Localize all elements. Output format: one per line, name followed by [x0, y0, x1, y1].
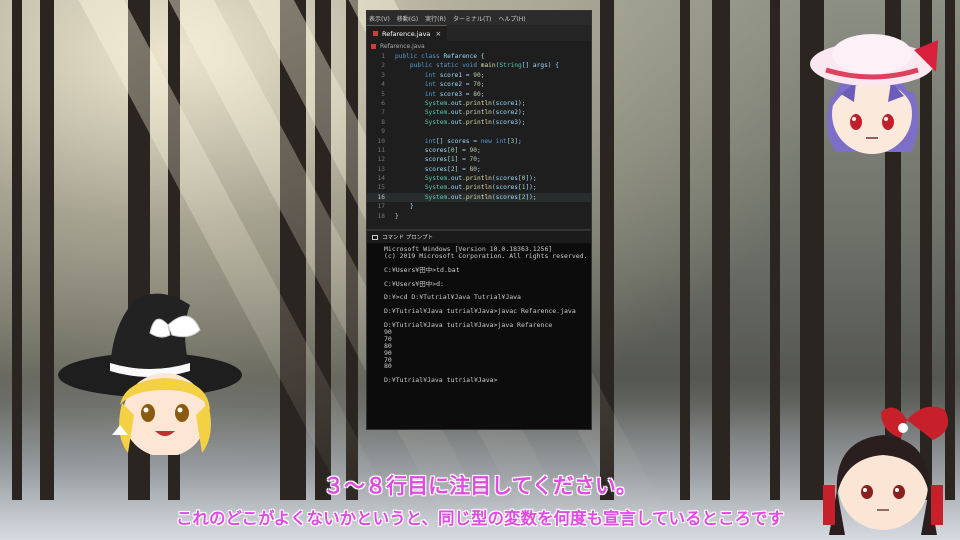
breadcrumb-file: Refarence.java	[380, 43, 425, 50]
line-number: 17	[377, 203, 385, 211]
code-editor-window: 表示(V) 移動(G) 実行(R) ターミナル(T) ヘルプ(H) Refarence.…	[366, 10, 592, 230]
line-text: public static void main(String[] args) {	[409, 62, 559, 70]
code-line[interactable]: 12 scores[1] = 70;	[367, 155, 591, 164]
command-prompt-window: コマンド プロンプト Microsoft Windows [Version 10…	[366, 230, 592, 430]
menu-item[interactable]: 実行(R)	[425, 14, 446, 23]
line-text: int[] scores = new int[3];	[424, 137, 522, 145]
code-line[interactable]: 18}	[367, 212, 591, 221]
line-number: 2	[381, 62, 385, 70]
line-text: System.out.println(score2);	[424, 109, 526, 117]
code-line[interactable]: 10 int[] scores = new int[3];	[367, 137, 591, 146]
java-file-icon	[373, 31, 378, 36]
cmd-titlebar: コマンド プロンプト	[367, 231, 591, 243]
tree-trunk	[680, 0, 690, 500]
menu-item[interactable]: 移動(G)	[397, 14, 418, 23]
tree-trunk	[770, 0, 780, 500]
code-line[interactable]: 4 int score2 = 70;	[367, 80, 591, 89]
code-line[interactable]: 5 int score3 = 80;	[367, 90, 591, 99]
menu-item[interactable]: 表示(V)	[369, 14, 390, 23]
code-line[interactable]: 17 }	[367, 202, 591, 211]
code-line[interactable]: 11 scores[0] = 90;	[367, 146, 591, 155]
cmd-title: コマンド プロンプト	[382, 235, 434, 241]
line-number: 11	[377, 146, 385, 154]
line-number: 6	[381, 99, 385, 107]
line-number: 15	[377, 184, 385, 192]
line-number: 4	[381, 81, 385, 89]
editor-menubar: 表示(V) 移動(G) 実行(R) ターミナル(T) ヘルプ(H)	[367, 11, 591, 25]
cmd-icon	[372, 234, 378, 240]
line-number: 12	[377, 156, 385, 164]
java-file-icon	[371, 44, 376, 49]
code-line[interactable]: 15 System.out.println(scores[1]);	[367, 183, 591, 192]
line-text: System.out.println(scores[2]);	[424, 193, 537, 201]
code-line[interactable]: 3 int score1 = 90;	[367, 71, 591, 80]
line-text: int score3 = 80;	[424, 90, 485, 98]
line-text: System.out.println(scores[1]);	[424, 184, 537, 192]
code-line[interactable]: 8 System.out.println(score3);	[367, 118, 591, 127]
line-text: scores[2] = 80;	[395, 165, 481, 173]
code-line[interactable]: 6 System.out.println(score1);	[367, 99, 591, 108]
line-text: scores[0] = 90;	[395, 146, 481, 154]
code-area[interactable]: 1 public class Refarence {2 public static…	[367, 52, 591, 221]
line-text: int score2 = 70;	[424, 81, 485, 89]
line-number: 8	[381, 118, 385, 126]
editor-tabbar: Refarence.java ×	[367, 25, 591, 41]
line-number: 14	[377, 175, 385, 183]
line-text: System.out.println(scores[0]);	[424, 175, 537, 183]
code-line[interactable]: 16 System.out.println(scores[2]);	[367, 192, 591, 203]
code-line[interactable]: 13 scores[2] = 80;	[367, 165, 591, 174]
line-number: 7	[381, 109, 385, 117]
line-text: }	[395, 203, 414, 211]
line-number: 1	[381, 53, 385, 60]
tree-trunk	[12, 0, 22, 500]
tab-label: Refarence.java	[382, 29, 431, 38]
line-text: }	[395, 212, 399, 220]
line-number: 13	[377, 165, 385, 173]
subtitle-line-2: これのどこがよくないかというと、同じ型の変数を何度も宣言しているところです	[175, 509, 785, 528]
cmd-output[interactable]: Microsoft Windows [Version 10.0.18363.12…	[367, 243, 591, 384]
line-number: 16	[377, 193, 385, 201]
menu-item[interactable]: ヘルプ(H)	[498, 14, 525, 23]
close-icon[interactable]: ×	[435, 30, 441, 38]
line-number: 5	[381, 90, 385, 98]
tree-trunk	[712, 0, 730, 500]
tab-refarence-java[interactable]: Refarence.java ×	[367, 25, 448, 41]
line-number: 3	[381, 71, 385, 79]
line-text: System.out.println(score1);	[424, 99, 526, 107]
marisa-avatar	[58, 293, 242, 455]
line-text: int score1 = 90;	[424, 71, 485, 79]
line-text: System.out.println(score3);	[424, 118, 526, 126]
code-line[interactable]: 9	[367, 127, 591, 136]
subtitle-line-1: ３～８行目に注目してください。	[323, 474, 637, 498]
line-number: 18	[377, 212, 385, 220]
code-line[interactable]: 14 System.out.println(scores[0]);	[367, 174, 591, 183]
code-line[interactable]: 2 public static void main(String[] args)…	[367, 61, 591, 70]
code-line[interactable]: 1 public class Refarence {	[367, 52, 591, 61]
code-line[interactable]: 7 System.out.println(score2);	[367, 108, 591, 117]
line-text: scores[1] = 70;	[395, 156, 481, 164]
line-number: 9	[381, 128, 385, 136]
line-number: 10	[377, 137, 385, 145]
line-text: public class Refarence {	[395, 53, 485, 60]
menu-item[interactable]: ターミナル(T)	[453, 14, 491, 23]
breadcrumb: Refarence.java	[367, 41, 591, 52]
remilia-avatar	[810, 34, 938, 154]
